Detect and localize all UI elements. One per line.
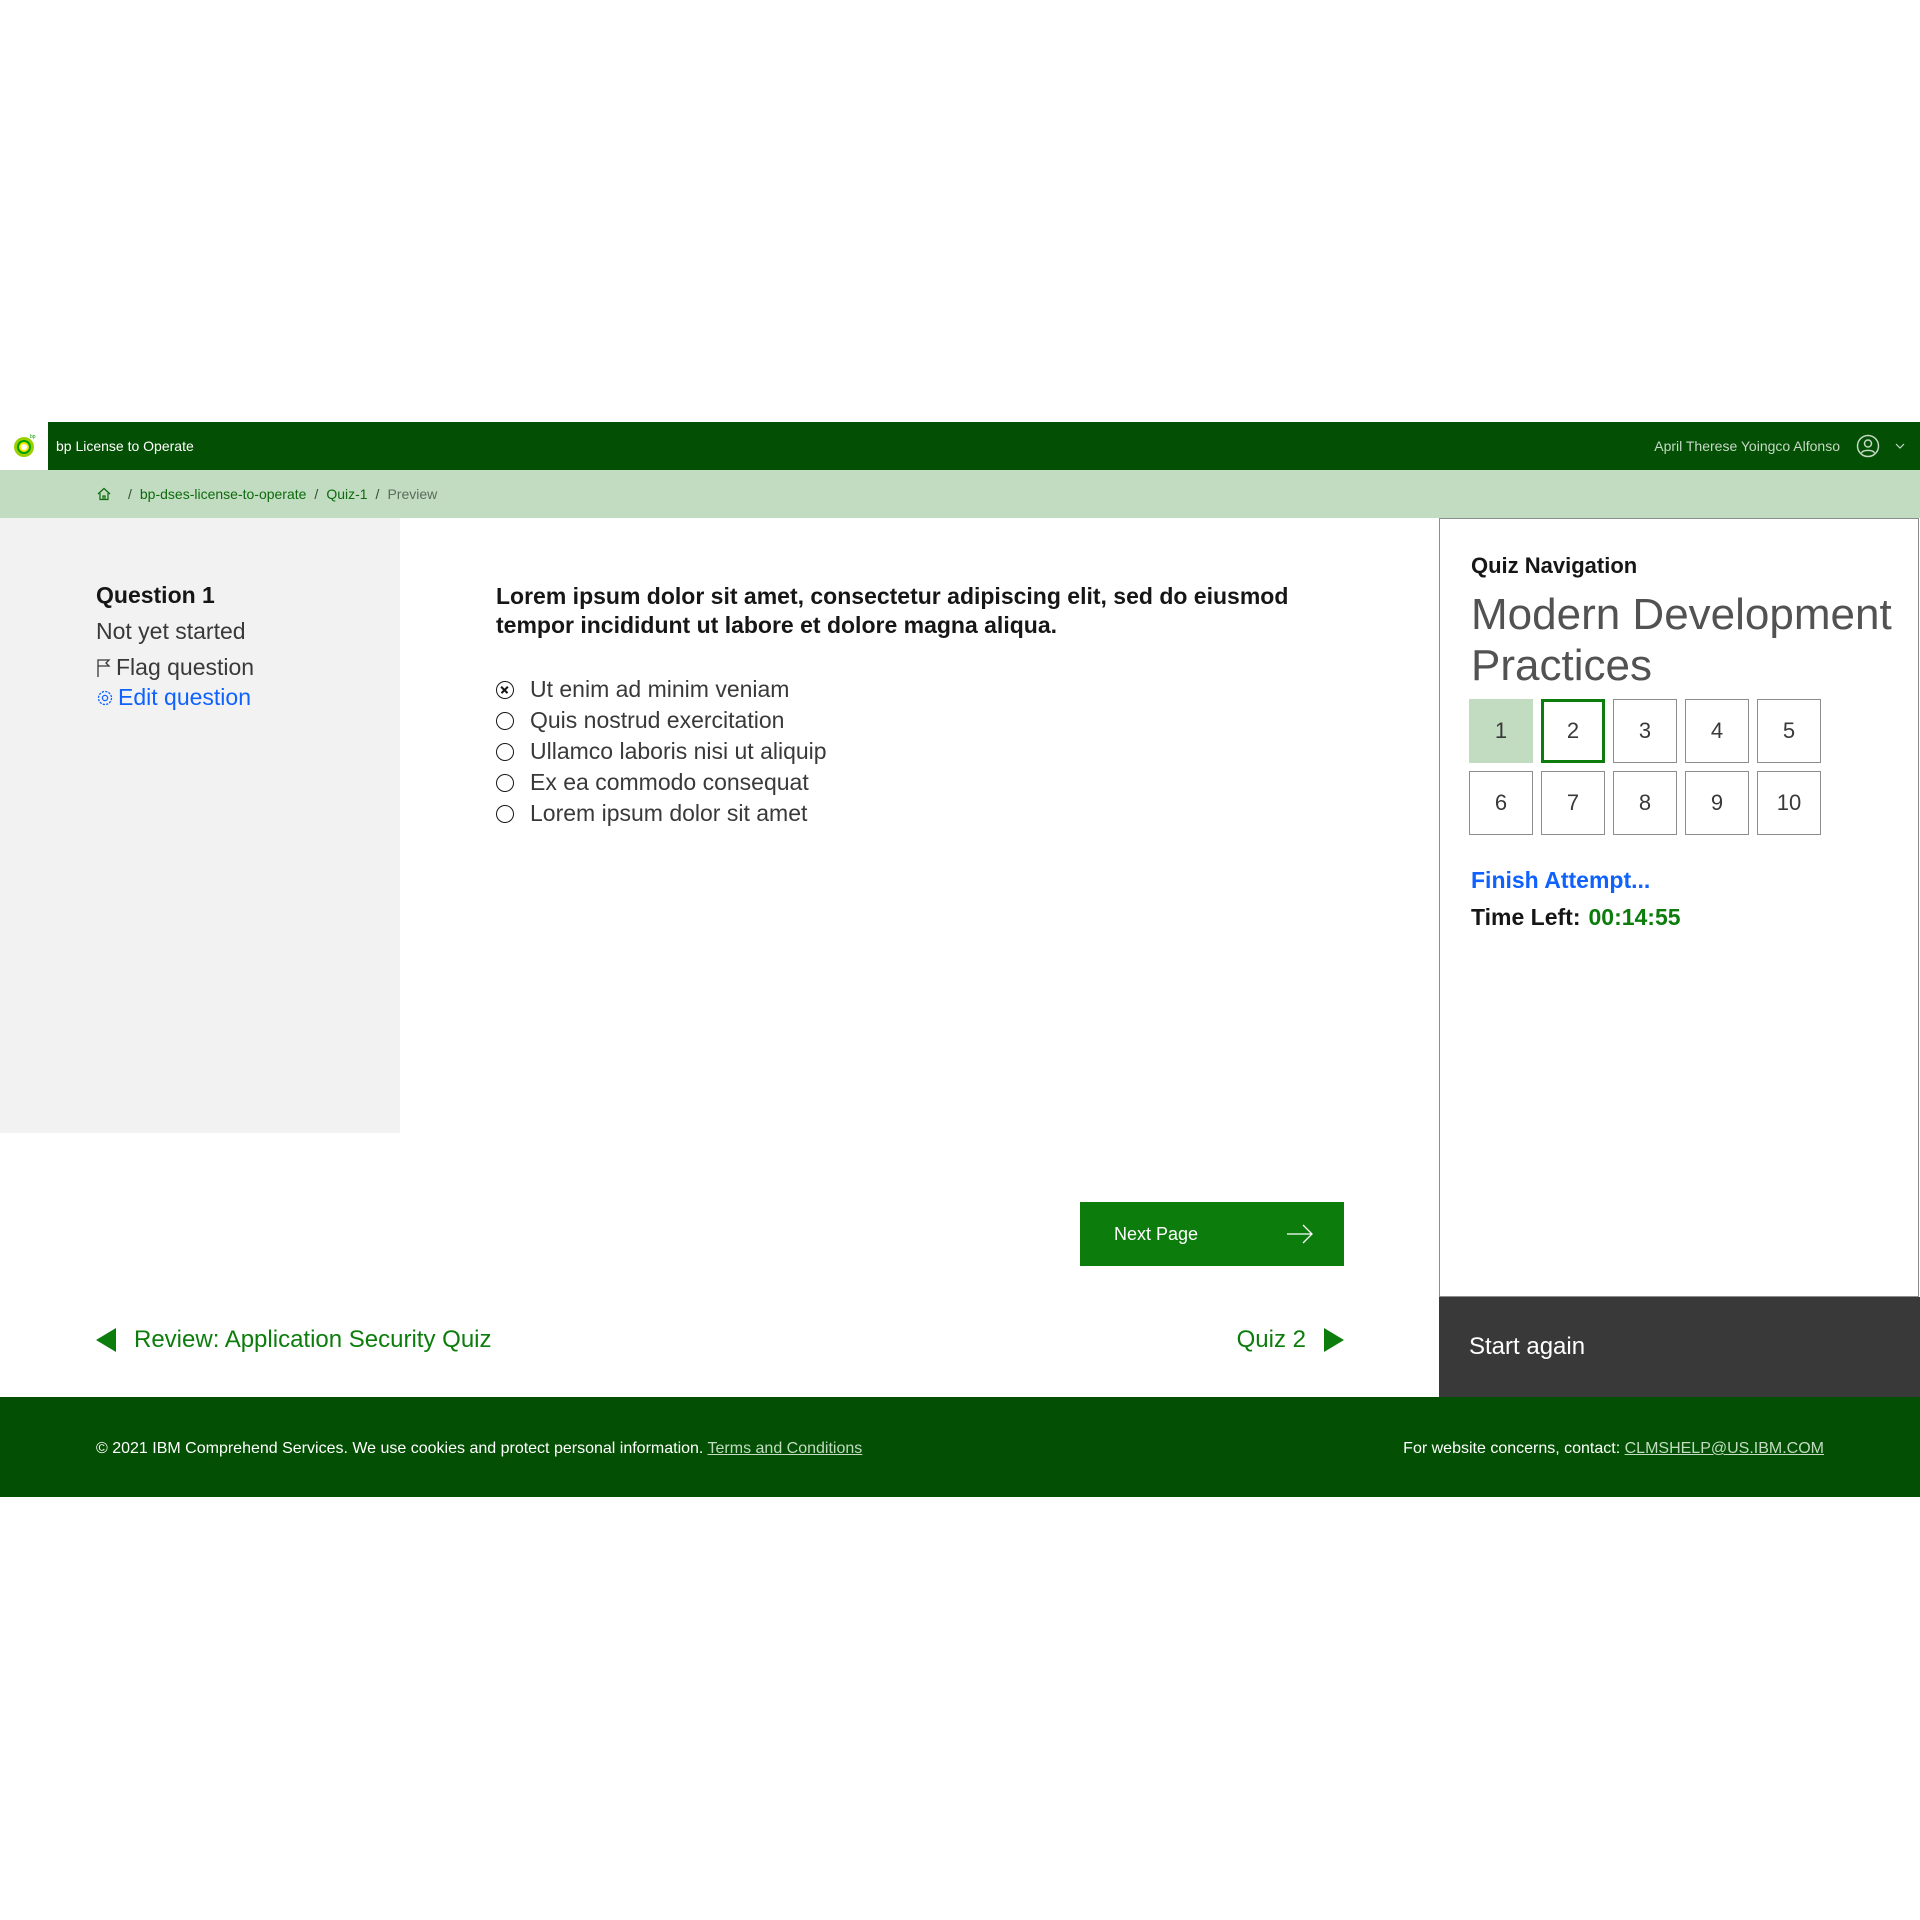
app-title[interactable]: bp License to Operate [56, 422, 194, 470]
answer-label: Ex ea commodo consequat [530, 769, 809, 795]
footer: © 2021 IBM Comprehend Services. We use c… [0, 1397, 1920, 1497]
quiz-navigation-heading: Quiz Navigation [1471, 553, 1638, 578]
flag-question-button[interactable]: Flag question [96, 654, 254, 681]
time-left-label: Time Left: [1471, 904, 1581, 930]
course-title: Modern Development Practices [1471, 590, 1892, 690]
previous-activity-label: Review: Application Security Quiz [134, 1326, 492, 1353]
flag-icon [97, 658, 111, 677]
question-nav-8[interactable]: 8 [1613, 771, 1677, 835]
quiz-navigation-panel: Quiz Navigation Modern Development Pract… [1439, 518, 1919, 1297]
question-nav-2[interactable]: 2 [1541, 699, 1605, 763]
breadcrumb-current: Preview [387, 486, 438, 502]
footer-copyright: © 2021 IBM Comprehend Services. We use c… [96, 1397, 862, 1501]
answer-label: Ullamco laboris nisi ut aliquip [530, 738, 827, 764]
next-page-label: Next Page [1114, 1223, 1199, 1244]
question-status: Not yet started [96, 618, 246, 644]
question-nav-3[interactable]: 3 [1613, 699, 1677, 763]
question-nav-1[interactable]: 1 [1469, 699, 1533, 763]
radio-icon[interactable] [496, 773, 514, 792]
top-header: bp bp License to Operate April Therese Y… [0, 422, 1920, 470]
finish-attempt-link[interactable]: Finish Attempt... [1471, 867, 1650, 894]
question-nav-grid: 1 2 3 4 5 6 7 8 9 10 [1469, 699, 1839, 835]
footer-contact: For website concerns, contact: CLMSHELP@… [1403, 1397, 1824, 1501]
answer-option[interactable]: Lorem ipsum dolor sit amet [496, 798, 827, 829]
question-nav-5[interactable]: 5 [1757, 699, 1821, 763]
bp-logo-icon[interactable]: bp [0, 422, 48, 470]
breadcrumb-separator: / [128, 486, 132, 502]
copyright-text: © 2021 IBM Comprehend Services. We use c… [96, 1440, 704, 1457]
contact-label: For website concerns, contact: [1403, 1440, 1621, 1457]
question-info-panel: Question 1 Not yet started Flag question… [0, 518, 400, 1133]
breadcrumb-separator: / [314, 486, 319, 502]
question-text: Lorem ipsum dolor sit amet, consectetur … [496, 583, 1289, 638]
previous-activity-link[interactable]: Review: Application Security Quiz [96, 1326, 492, 1354]
terms-link[interactable]: Terms and Conditions [708, 1440, 863, 1457]
home-icon[interactable] [96, 486, 112, 502]
answer-label: Quis nostrud exercitation [530, 707, 785, 733]
svg-text:bp: bp [30, 434, 36, 440]
answer-option[interactable]: Ex ea commodo consequat [496, 767, 827, 798]
breadcrumb-separator: / [375, 486, 380, 502]
question-number: Question 1 [96, 582, 215, 608]
question-nav-10[interactable]: 10 [1757, 771, 1821, 835]
breadcrumb-bar: / bp-dses-license-to-operate / Quiz-1 / … [0, 470, 1920, 518]
edit-question-label: Edit question [118, 684, 251, 710]
chevron-down-icon[interactable] [1894, 440, 1906, 452]
contact-email-link[interactable]: CLMSHELP@US.IBM.COM [1625, 1440, 1824, 1457]
next-page-button[interactable]: Next Page [1080, 1202, 1344, 1266]
next-activity-link[interactable]: Quiz 2 [1237, 1326, 1344, 1354]
user-avatar-icon[interactable] [1856, 434, 1880, 458]
question-nav-6[interactable]: 6 [1469, 771, 1533, 835]
breadcrumb-quiz[interactable]: Quiz-1 [326, 470, 367, 518]
next-activity-label: Quiz 2 [1236, 1326, 1306, 1353]
time-left: Time Left: 00:14:55 [1471, 904, 1681, 931]
breadcrumb: / bp-dses-license-to-operate / Quiz-1 / … [96, 470, 437, 518]
app-frame: bp bp License to Operate April Therese Y… [0, 422, 1920, 1497]
radio-icon[interactable] [496, 804, 514, 823]
radio-selected-icon[interactable] [496, 680, 514, 699]
flag-question-label: Flag question [116, 654, 255, 680]
answer-list: Ut enim ad minim veniam Quis nostrud exe… [496, 674, 827, 829]
answer-label: Ut enim ad minim veniam [530, 676, 790, 702]
time-left-value: 00:14:55 [1588, 904, 1681, 930]
triangle-left-icon [96, 1328, 116, 1352]
arrow-right-icon [1287, 1224, 1313, 1244]
start-again-button[interactable]: Start again [1439, 1297, 1920, 1397]
gear-icon [97, 690, 113, 705]
answer-option[interactable]: Quis nostrud exercitation [496, 705, 827, 736]
edit-question-link[interactable]: Edit question [96, 684, 251, 711]
radio-icon[interactable] [496, 711, 514, 730]
breadcrumb-course[interactable]: bp-dses-license-to-operate [140, 470, 307, 518]
question-nav-7[interactable]: 7 [1541, 771, 1605, 835]
question-nav-9[interactable]: 9 [1685, 771, 1749, 835]
user-name[interactable]: April Therese Yoingco Alfonso [1654, 422, 1840, 470]
radio-icon[interactable] [496, 742, 514, 761]
question-nav-4[interactable]: 4 [1685, 699, 1749, 763]
answer-label: Lorem ipsum dolor sit amet [530, 800, 808, 826]
triangle-right-icon [1324, 1328, 1344, 1352]
answer-option[interactable]: Ut enim ad minim veniam [496, 674, 827, 705]
answer-option[interactable]: Ullamco laboris nisi ut aliquip [496, 736, 827, 767]
